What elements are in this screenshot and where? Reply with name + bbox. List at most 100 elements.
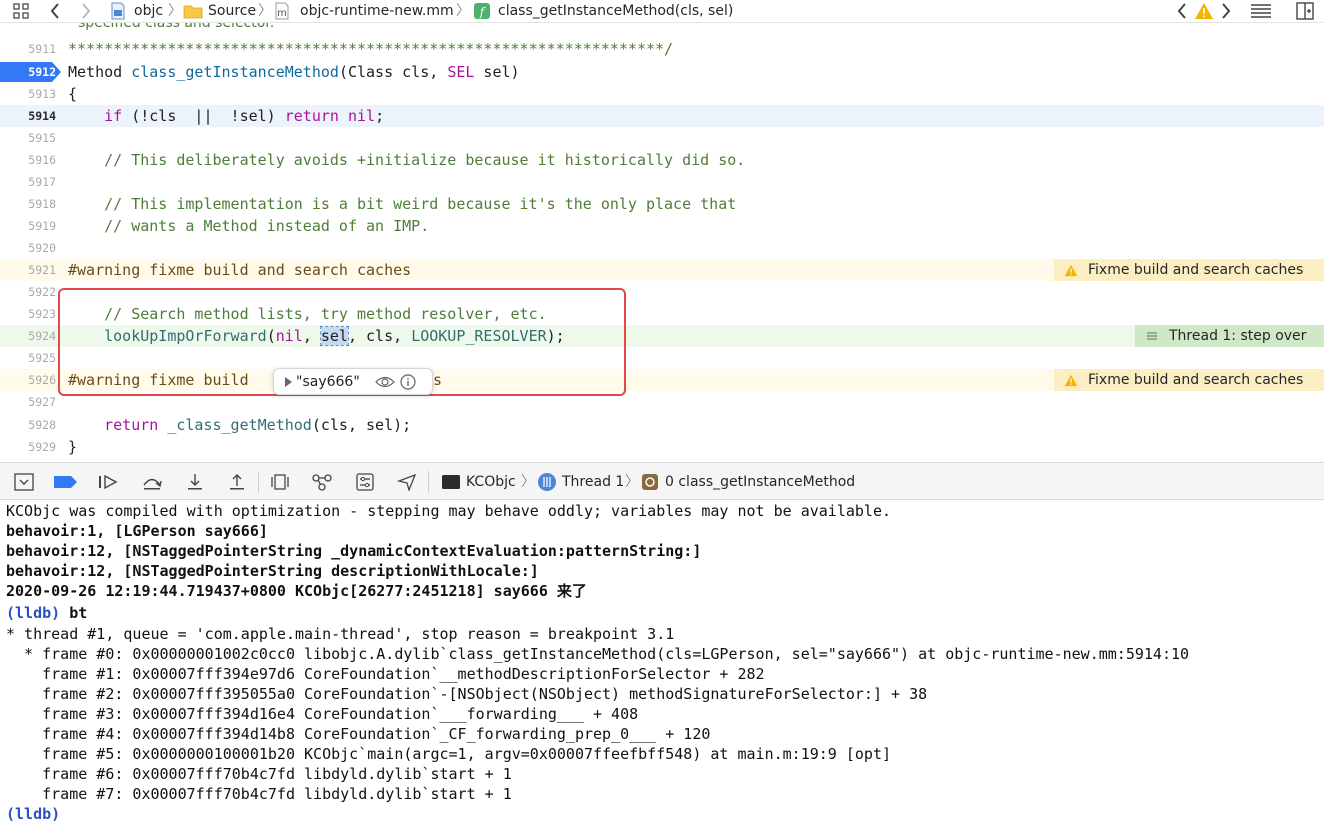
- continue-icon[interactable]: [96, 471, 120, 493]
- crumb-folder[interactable]: Source: [208, 1, 256, 21]
- lldb-console[interactable]: KCObjc was compiled with optimization - …: [0, 500, 1324, 836]
- variable-value-popover[interactable]: "say666": [273, 368, 433, 395]
- breakpoints-toggle-icon[interactable]: [54, 471, 78, 493]
- warning-icon: [1054, 374, 1088, 387]
- crumb-file[interactable]: objc-runtime-new.mm: [300, 1, 454, 21]
- grid-icon[interactable]: [10, 0, 32, 22]
- quick-look-eye-icon[interactable]: [374, 375, 395, 389]
- console-line: * thread #1, queue = 'com.apple.main-thr…: [6, 625, 675, 643]
- debug-frame[interactable]: 0 class_getInstanceMethod: [665, 472, 855, 492]
- code-text: Method class_getInstanceMethod(Class cls…: [68, 61, 520, 83]
- warning-icon[interactable]: [1193, 0, 1215, 22]
- code-comment: // This implementation is a bit weird be…: [68, 195, 737, 213]
- toolbar-divider: [258, 471, 259, 493]
- code-line[interactable]: 5919 // wants a Method instead of an IMP…: [0, 215, 1324, 237]
- lldb-command: bt: [60, 604, 88, 622]
- line-number[interactable]: 5916: [0, 149, 56, 171]
- line-number[interactable]: 5925: [0, 347, 56, 369]
- line-number[interactable]: 5926: [0, 369, 56, 391]
- lldb-prompt: (lldb): [6, 604, 61, 622]
- line-number[interactable]: 5923: [0, 303, 56, 325]
- code-line[interactable]: 5918 // This implementation is a bit wei…: [0, 193, 1324, 215]
- simulate-location-icon[interactable]: [395, 471, 419, 493]
- back-arrow-icon[interactable]: [45, 0, 65, 22]
- line-number[interactable]: 5927: [0, 391, 56, 413]
- line-number[interactable]: 5917: [0, 171, 56, 193]
- warning-annotation[interactable]: Fixme build and search caches: [1054, 369, 1324, 391]
- code-text: {: [68, 85, 78, 103]
- line-number[interactable]: 5912: [0, 61, 56, 83]
- crumb-symbol[interactable]: class_getInstanceMethod(cls, sel): [498, 1, 733, 21]
- param: sel): [474, 63, 520, 81]
- partial-comment-line: specified class and selector.: [78, 23, 275, 31]
- code-line[interactable]: 5911 ***********************************…: [0, 38, 1324, 60]
- code-line[interactable]: 5917: [0, 171, 1324, 193]
- info-icon[interactable]: [400, 373, 416, 390]
- line-number[interactable]: 5921: [0, 259, 56, 281]
- hide-debug-area-icon[interactable]: [12, 471, 36, 493]
- code-line[interactable]: 5928 return _class_getMethod(cls, sel);: [0, 414, 1324, 436]
- line-number[interactable]: 5919: [0, 215, 56, 237]
- code-line[interactable]: 5916 // This deliberately avoids +initia…: [0, 149, 1324, 171]
- line-number[interactable]: 5924: [0, 325, 56, 347]
- toolbar-divider: [428, 471, 429, 493]
- code-line-warning[interactable]: 5921 #warning fixme build and search cac…: [0, 259, 1324, 281]
- warning-annotation[interactable]: Fixme build and search caches: [1054, 259, 1324, 281]
- disclosure-triangle-icon[interactable]: [284, 376, 293, 387]
- thread-step-annotation[interactable]: Thread 1: step over: [1135, 325, 1324, 347]
- code-line[interactable]: 5929 }: [0, 436, 1324, 458]
- line-number[interactable]: 5929: [0, 436, 56, 458]
- line-number[interactable]: 5918: [0, 193, 56, 215]
- line-number[interactable]: 5922: [0, 281, 56, 303]
- line-number[interactable]: 5928: [0, 414, 56, 436]
- return-type: Method: [68, 63, 123, 81]
- param-type: SEL: [447, 63, 475, 81]
- frame-icon: [638, 471, 662, 493]
- backtrace-frame: frame #5: 0x0000000100001b20 KCObjc`main…: [6, 745, 892, 763]
- code-line-breakpoint[interactable]: 5912 Method class_getInstanceMethod(Clas…: [0, 61, 1324, 83]
- prev-issue-icon[interactable]: [1172, 0, 1192, 22]
- code-text: }: [68, 438, 78, 456]
- line-number[interactable]: 5911: [0, 38, 56, 60]
- add-editor-icon[interactable]: [1294, 0, 1316, 22]
- forward-arrow-icon[interactable]: [76, 0, 96, 22]
- view-hierarchy-icon[interactable]: [268, 471, 292, 493]
- console-prompt-line[interactable]: (lldb): [6, 804, 60, 824]
- function-icon: f: [472, 0, 492, 22]
- keyword-return: return: [104, 416, 159, 434]
- jump-bar: objc 〉 Source 〉 m objc-runtime-new.mm 〉 …: [0, 0, 1324, 23]
- line-number[interactable]: 5914: [0, 105, 56, 127]
- source-editor[interactable]: specified class and selector. 5911 *****…: [0, 23, 1324, 460]
- step-over-icon[interactable]: [140, 471, 164, 493]
- step-into-icon[interactable]: [183, 471, 207, 493]
- crumb-project[interactable]: objc: [134, 1, 163, 21]
- line-number[interactable]: 5920: [0, 237, 56, 259]
- warning-icon: [1054, 264, 1088, 277]
- param: cls,: [393, 63, 448, 81]
- backtrace-frame: frame #4: 0x00007fff394d14b8 CoreFoundat…: [6, 725, 711, 743]
- step-out-icon[interactable]: [225, 471, 249, 493]
- debug-thread[interactable]: Thread 1: [562, 472, 624, 492]
- memory-graph-icon[interactable]: [310, 471, 334, 493]
- line-number[interactable]: 5913: [0, 83, 56, 105]
- code-line[interactable]: 5915: [0, 127, 1324, 149]
- line-number[interactable]: 5915: [0, 127, 56, 149]
- code-line-current[interactable]: 5914 if (!cls || !sel) return nil;: [0, 105, 1324, 127]
- backtrace-frame: frame #1: 0x00007fff394e97d6 CoreFoundat…: [6, 665, 765, 683]
- next-issue-icon[interactable]: [1216, 0, 1236, 22]
- keyword-if: if: [104, 107, 123, 125]
- backtrace-frame: * frame #0: 0x00000001002c0cc0 libobjc.A…: [6, 645, 1190, 663]
- warning-text: Fixme build and search caches: [1088, 262, 1304, 278]
- keyword-nil: nil: [347, 107, 376, 125]
- code-line[interactable]: 5913 {: [0, 83, 1324, 105]
- args: (cls, sel);: [311, 416, 412, 434]
- editor-options-icon[interactable]: [1248, 0, 1274, 22]
- environment-overrides-icon[interactable]: [353, 471, 377, 493]
- code-line[interactable]: 5920: [0, 237, 1324, 259]
- debug-target[interactable]: KCObjc: [466, 472, 516, 492]
- code-text: return _class_getMethod(cls, sel);: [68, 414, 411, 436]
- semicolon: ;: [375, 107, 385, 125]
- paren: (: [338, 63, 348, 81]
